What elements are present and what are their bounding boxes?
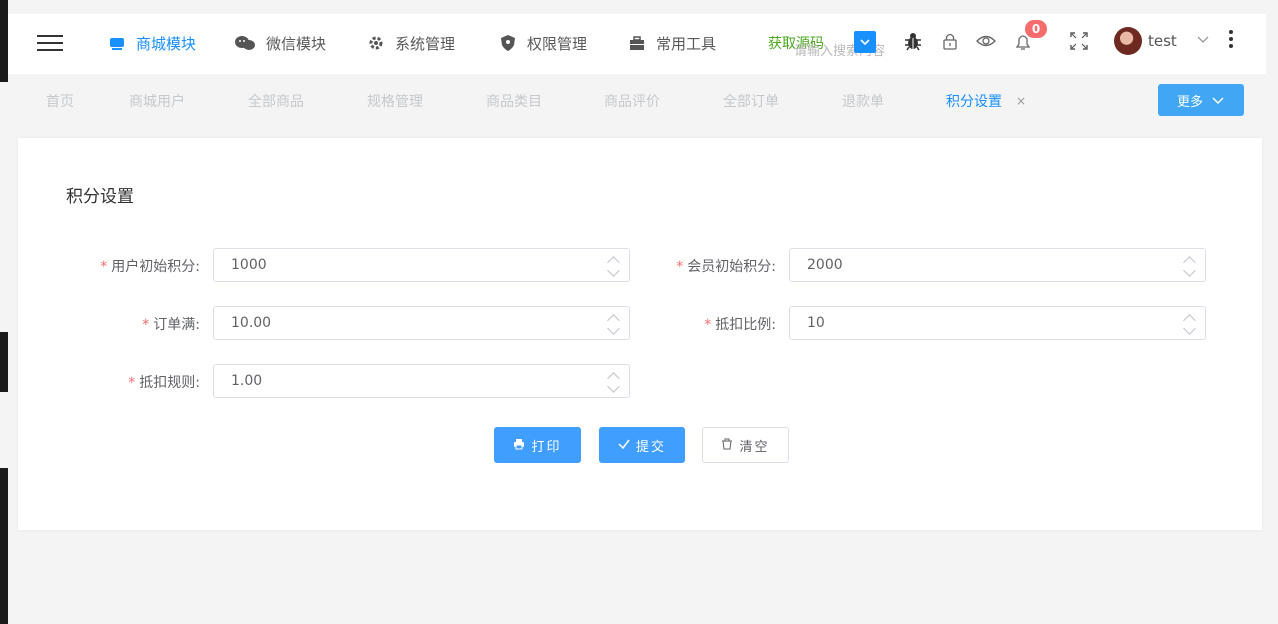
shop-icon (108, 34, 126, 52)
order-full-field[interactable] (231, 307, 531, 339)
briefcase-icon (628, 34, 646, 52)
clear-label: 清空 (739, 439, 770, 455)
order-full-label: * 订单满: (142, 317, 200, 333)
trash-icon (721, 438, 733, 453)
nav-item-shop[interactable]: 商城模块 (108, 30, 196, 56)
print-label: 打印 (531, 439, 562, 455)
tab-all-orders[interactable]: 全部订单 (723, 91, 779, 111)
notification-badge: 0 (1025, 20, 1047, 38)
deduct-ratio-field[interactable] (807, 307, 1107, 339)
member-initial-points-label: * 会员初始积分: (676, 259, 776, 275)
tab-shop-users[interactable]: 商城用户 (129, 91, 185, 111)
printer-icon (513, 438, 525, 453)
nav-item-label: 商城模块 (136, 34, 197, 53)
deduct-rule-label: * 抵扣规则: (128, 375, 200, 391)
order-full-input[interactable] (213, 306, 630, 340)
check-icon (618, 438, 630, 453)
nav-item-system[interactable]: 系统管理 (367, 30, 455, 56)
submit-label: 提交 (635, 439, 666, 455)
deduct-rule-input[interactable] (213, 364, 630, 398)
deduct-ratio-input[interactable] (789, 306, 1206, 340)
tab-all-products[interactable]: 全部商品 (248, 91, 304, 111)
nav-item-label: 常用工具 (656, 34, 717, 53)
deduct-ratio-label: * 抵扣比例: (704, 317, 776, 333)
number-stepper[interactable] (607, 310, 621, 338)
window-edge (0, 0, 8, 624)
tab-categories[interactable]: 商品类目 (486, 91, 542, 111)
tab-points-settings[interactable]: 积分设置 (946, 91, 1002, 111)
tab-specs[interactable]: 规格管理 (367, 91, 423, 111)
settings-icon (367, 34, 385, 52)
search-dropdown-button[interactable] (854, 31, 876, 53)
chevron-down-icon (1212, 97, 1224, 104)
close-icon[interactable]: × (1016, 94, 1026, 108)
avatar[interactable] (1114, 27, 1142, 55)
user-initial-points-input[interactable] (213, 248, 630, 282)
chevron-down-icon[interactable] (1196, 32, 1210, 50)
more-tabs-button[interactable]: 更多 (1158, 84, 1244, 116)
more-vertical-icon[interactable] (1227, 28, 1235, 52)
nav-item-label: 权限管理 (527, 34, 588, 53)
menu-toggle-icon[interactable] (37, 33, 63, 53)
user-initial-points-field[interactable] (231, 249, 531, 281)
user-initial-points-label: * 用户初始积分: (100, 259, 200, 275)
page-title: 积分设置 (66, 187, 134, 207)
nav-item-permission[interactable]: 权限管理 (499, 30, 587, 56)
deduct-rule-field[interactable] (231, 365, 531, 397)
eye-icon[interactable] (975, 30, 997, 52)
nav-item-wechat[interactable]: 微信模块 (234, 30, 326, 56)
submit-button[interactable]: 提交 (599, 427, 685, 463)
username[interactable]: test (1148, 32, 1177, 50)
print-button[interactable]: 打印 (494, 427, 581, 463)
member-initial-points-input[interactable] (789, 248, 1206, 282)
tab-reviews[interactable]: 商品评价 (604, 91, 660, 111)
chevron-down-icon (860, 39, 870, 46)
wechat-icon (234, 34, 256, 52)
number-stepper[interactable] (607, 252, 621, 280)
shield-icon (499, 34, 517, 52)
bug-icon[interactable] (902, 30, 924, 52)
clear-button[interactable]: 清空 (702, 427, 789, 463)
number-stepper[interactable] (1183, 310, 1197, 338)
number-stepper[interactable] (1183, 252, 1197, 280)
nav-item-label: 微信模块 (266, 34, 327, 53)
nav-item-tools[interactable]: 常用工具 (628, 30, 716, 56)
more-tabs-label: 更多 (1176, 94, 1203, 110)
nav-item-label: 系统管理 (395, 34, 456, 53)
number-stepper[interactable] (607, 368, 621, 396)
tab-refunds[interactable]: 退款单 (842, 91, 884, 111)
lock-icon[interactable] (939, 30, 961, 52)
member-initial-points-field[interactable] (807, 249, 1107, 281)
fullscreen-icon[interactable] (1068, 30, 1090, 52)
window-edge-right (1266, 0, 1278, 624)
tab-home[interactable]: 首页 (46, 91, 74, 111)
